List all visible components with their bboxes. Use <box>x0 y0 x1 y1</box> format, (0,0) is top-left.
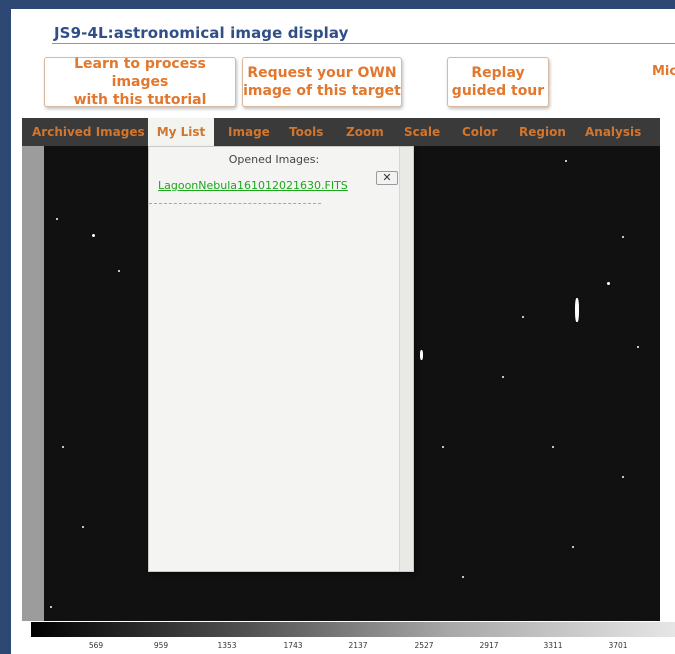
colorbar-tick: 3701 <box>608 641 628 650</box>
replay-tour-button-label: Replay guided tour <box>451 65 545 99</box>
menu-color[interactable]: Color <box>462 118 497 146</box>
panel-scrollbar[interactable] <box>399 147 413 571</box>
menu-my-list[interactable]: My List <box>148 118 214 146</box>
star <box>62 446 64 448</box>
colorbar-tick: 1743 <box>283 641 303 650</box>
image-list-item[interactable]: LagoonNebula161012021630.FITS <box>158 179 348 192</box>
star <box>565 160 567 162</box>
replay-tour-button[interactable]: Replay guided tour <box>447 57 549 107</box>
menu-analysis[interactable]: Analysis <box>585 118 641 146</box>
colorbar-tick: 2137 <box>348 641 368 650</box>
star <box>82 526 84 528</box>
close-icon[interactable]: ✕ <box>376 171 398 185</box>
js9-menubar: Archived Images My List Image Tools Zoom… <box>22 118 660 146</box>
my-list-panel: Opened Images: ✕ LagoonNebula16101202163… <box>148 146 414 572</box>
star <box>462 576 464 578</box>
star <box>607 282 610 285</box>
menu-zoom[interactable]: Zoom <box>346 118 384 146</box>
request-image-button[interactable]: Request your OWN image of this target <box>242 57 402 107</box>
panel-heading: Opened Images: <box>228 153 320 166</box>
colorbar-tick: 959 <box>153 641 169 650</box>
star <box>502 376 504 378</box>
title-divider <box>52 43 675 44</box>
star <box>522 316 524 318</box>
colorbar <box>31 622 675 637</box>
menu-image[interactable]: Image <box>228 118 270 146</box>
menu-region[interactable]: Region <box>519 118 566 146</box>
star <box>442 446 444 448</box>
star <box>622 476 624 478</box>
star <box>50 606 52 608</box>
star <box>622 236 624 238</box>
tutorial-button[interactable]: Learn to process images with this tutori… <box>44 56 236 108</box>
star <box>420 350 423 360</box>
colorbar-tick: 1353 <box>217 641 237 650</box>
star <box>572 546 574 548</box>
page-frame-left <box>0 0 11 654</box>
menubar-edge <box>660 118 675 146</box>
app-title: JS9-4L:astronomical image display <box>54 24 349 42</box>
menu-archived-images[interactable]: Archived Images <box>32 118 145 146</box>
star <box>575 298 579 322</box>
display-gutter <box>22 146 44 621</box>
star <box>637 346 639 348</box>
request-image-button-label: Request your OWN image of this target <box>243 65 401 99</box>
star <box>552 446 554 448</box>
panel-divider <box>149 203 321 204</box>
menu-tools[interactable]: Tools <box>289 118 323 146</box>
menu-scale[interactable]: Scale <box>404 118 440 146</box>
star <box>118 270 120 272</box>
truncated-link[interactable]: Mic <box>652 64 675 79</box>
page-frame-top <box>0 0 675 9</box>
star <box>92 234 95 237</box>
tutorial-button-label: Learn to process images with this tutori… <box>73 56 207 108</box>
colorbar-tick: 3311 <box>543 641 563 650</box>
colorbar-tick: 569 <box>88 641 104 650</box>
colorbar-tick: 2527 <box>414 641 434 650</box>
star <box>56 218 58 220</box>
colorbar-tick: 2917 <box>479 641 499 650</box>
